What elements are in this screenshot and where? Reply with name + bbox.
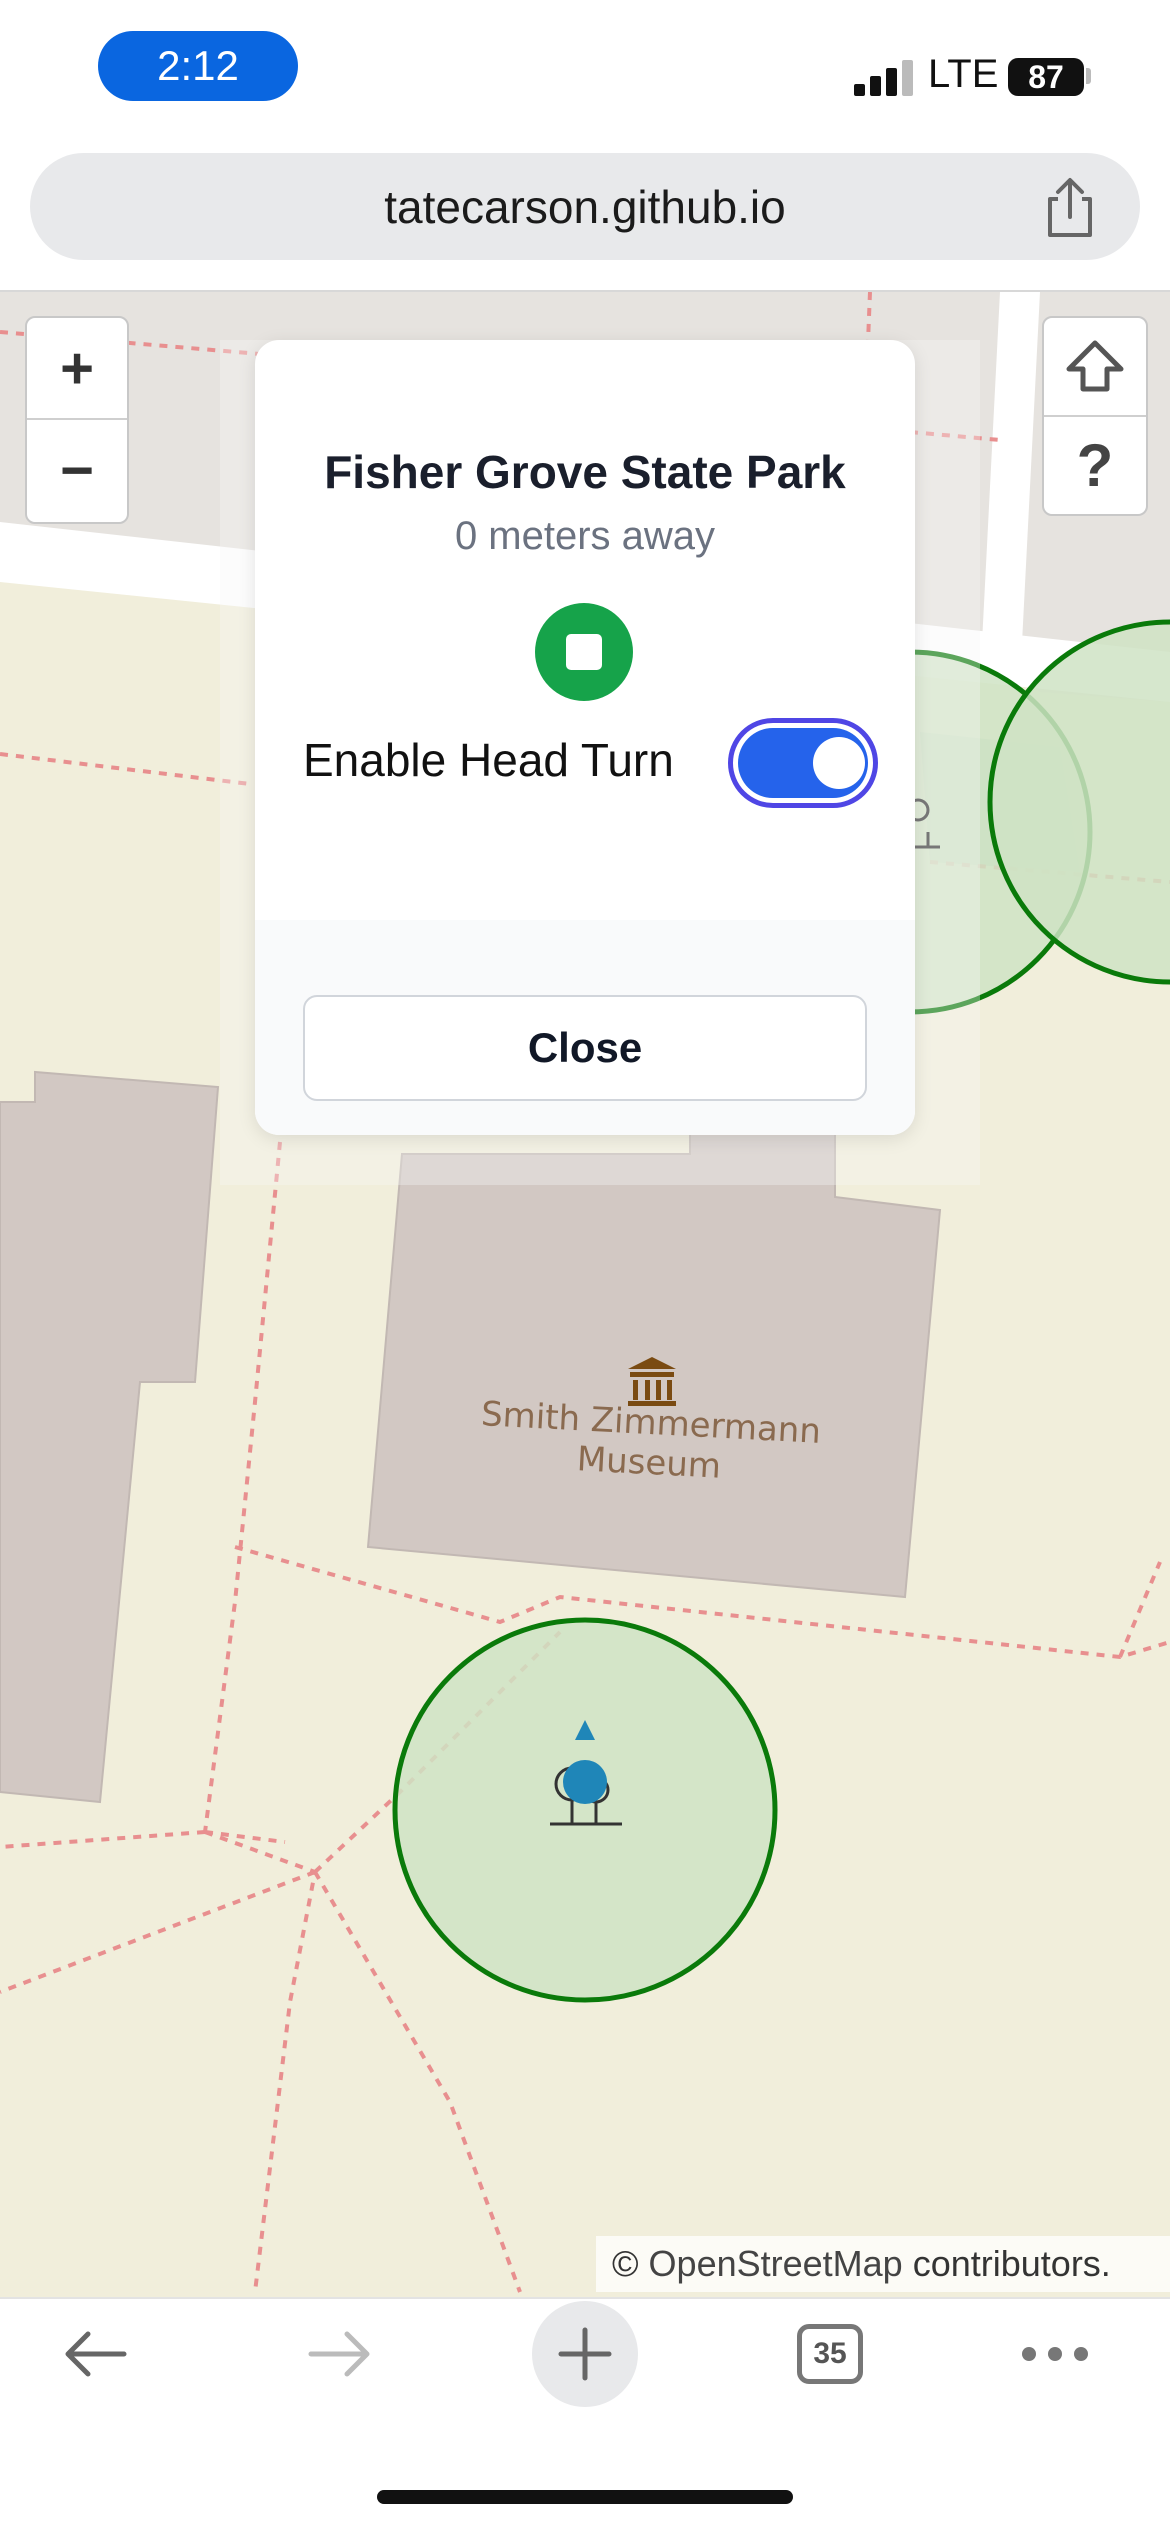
battery-level: 87 bbox=[1028, 58, 1064, 95]
share-icon[interactable] bbox=[1040, 175, 1100, 241]
zoom-in-button[interactable]: + bbox=[27, 318, 127, 420]
cellular-signal-icon bbox=[854, 56, 914, 96]
battery-icon: 87 bbox=[1008, 58, 1084, 96]
tab-count-icon: 35 bbox=[797, 2324, 863, 2384]
tab-count: 35 bbox=[813, 2337, 847, 2370]
stop-audio-button[interactable] bbox=[535, 603, 633, 701]
network-type: LTE bbox=[928, 52, 999, 96]
home-indicator bbox=[377, 2490, 793, 2504]
plus-icon bbox=[532, 2301, 638, 2407]
toggle-knob bbox=[813, 737, 865, 789]
back-button[interactable] bbox=[50, 2299, 140, 2409]
map-attribution: © OpenStreetMap contributors. bbox=[596, 2236, 1170, 2292]
forward-button[interactable] bbox=[295, 2299, 385, 2409]
attribution-suffix: contributors. bbox=[912, 2243, 1111, 2284]
new-tab-button[interactable] bbox=[532, 2299, 638, 2409]
osm-link[interactable]: OpenStreetMap bbox=[649, 2243, 903, 2285]
home-arrow-icon bbox=[1066, 340, 1124, 391]
forward-arrow-icon bbox=[308, 2331, 370, 2377]
heading-button[interactable] bbox=[1044, 318, 1146, 417]
stop-icon bbox=[566, 634, 602, 670]
time-pill[interactable]: 2:12 bbox=[98, 31, 298, 101]
clock-time: 2:12 bbox=[157, 42, 239, 89]
help-icon: ? bbox=[1076, 432, 1114, 499]
location-modal: Fisher Grove State Park 0 meters away En… bbox=[255, 340, 915, 1135]
more-icon bbox=[1022, 2347, 1088, 2361]
address-bar[interactable]: tatecarson.github.io bbox=[30, 153, 1140, 260]
more-button[interactable] bbox=[1010, 2299, 1100, 2409]
head-turn-toggle[interactable] bbox=[728, 718, 878, 808]
zoom-control: + − bbox=[25, 316, 129, 524]
url-text: tatecarson.github.io bbox=[384, 180, 786, 233]
close-button[interactable]: Close bbox=[303, 995, 867, 1101]
modal-title: Fisher Grove State Park bbox=[324, 446, 846, 498]
zoom-out-button[interactable]: − bbox=[27, 420, 127, 520]
toggle-track bbox=[738, 728, 868, 798]
map-right-controls: ? bbox=[1042, 316, 1148, 516]
tabs-button[interactable]: 35 bbox=[790, 2299, 870, 2409]
help-button[interactable]: ? bbox=[1044, 417, 1146, 514]
back-arrow-icon bbox=[65, 2331, 127, 2377]
distance-text: 0 meters away bbox=[454, 514, 716, 558]
modal-footer: Close bbox=[255, 920, 915, 1135]
copyright-symbol: © bbox=[612, 2243, 639, 2284]
battery-tip bbox=[1086, 68, 1091, 84]
status-bar: 2:12 LTE 87 bbox=[0, 0, 1170, 140]
head-turn-label: Enable Head Turn bbox=[303, 734, 674, 786]
